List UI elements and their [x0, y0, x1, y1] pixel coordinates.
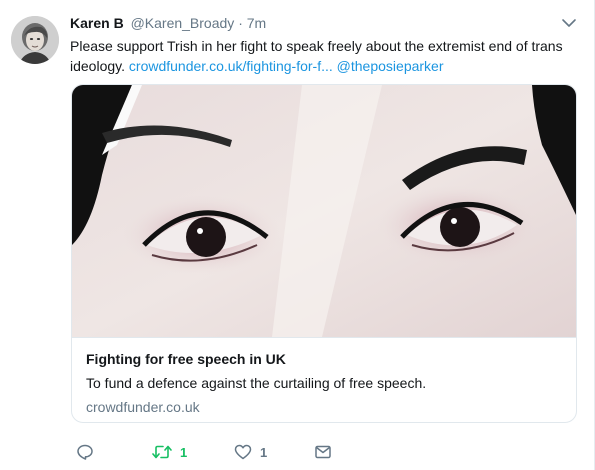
- chevron-down-icon[interactable]: [561, 16, 577, 30]
- display-name[interactable]: Karen B: [70, 15, 124, 31]
- card-title[interactable]: Fighting for free speech in UK: [86, 350, 562, 368]
- avatar[interactable]: [11, 16, 59, 64]
- envelope-icon: [315, 445, 331, 459]
- profile-photo-icon: [11, 16, 59, 64]
- timestamp[interactable]: 7m: [247, 15, 266, 31]
- card-image[interactable]: [72, 85, 576, 337]
- reply-icon: [77, 444, 93, 460]
- like-count: 1: [260, 444, 268, 460]
- separator-dot: ·: [238, 15, 243, 31]
- retweet-icon: [152, 445, 172, 459]
- like-button[interactable]: 1: [234, 440, 267, 464]
- retweet-button[interactable]: 1: [152, 440, 187, 464]
- card-domain: crowdfunder.co.uk: [86, 399, 200, 415]
- tweet-text: Please support Trish in her fight to spe…: [70, 36, 580, 76]
- user-handle[interactable]: @Karen_Broady: [131, 15, 235, 31]
- retweet-count: 1: [180, 444, 188, 460]
- direct-message-button[interactable]: [314, 440, 332, 464]
- tweet-url-link[interactable]: crowdfunder.co.uk/fighting-for-f...: [129, 58, 333, 74]
- mention-link[interactable]: @theposieparker: [337, 58, 444, 74]
- close-up-eyes-photo-icon: [72, 85, 576, 337]
- tweet-header: Karen B @Karen_Broady · 7m: [70, 14, 266, 32]
- tweet-actions: 1 1: [70, 440, 470, 464]
- link-card[interactable]: Fighting for free speech in UK To fund a…: [71, 84, 577, 423]
- card-body[interactable]: Fighting for free speech in UK To fund a…: [72, 337, 576, 422]
- reply-button[interactable]: [76, 440, 94, 464]
- card-description: To fund a defence against the curtailing…: [86, 375, 427, 391]
- heart-icon: [234, 444, 252, 460]
- tweet[interactable]: Karen B @Karen_Broady · 7m Please suppor…: [0, 0, 595, 470]
